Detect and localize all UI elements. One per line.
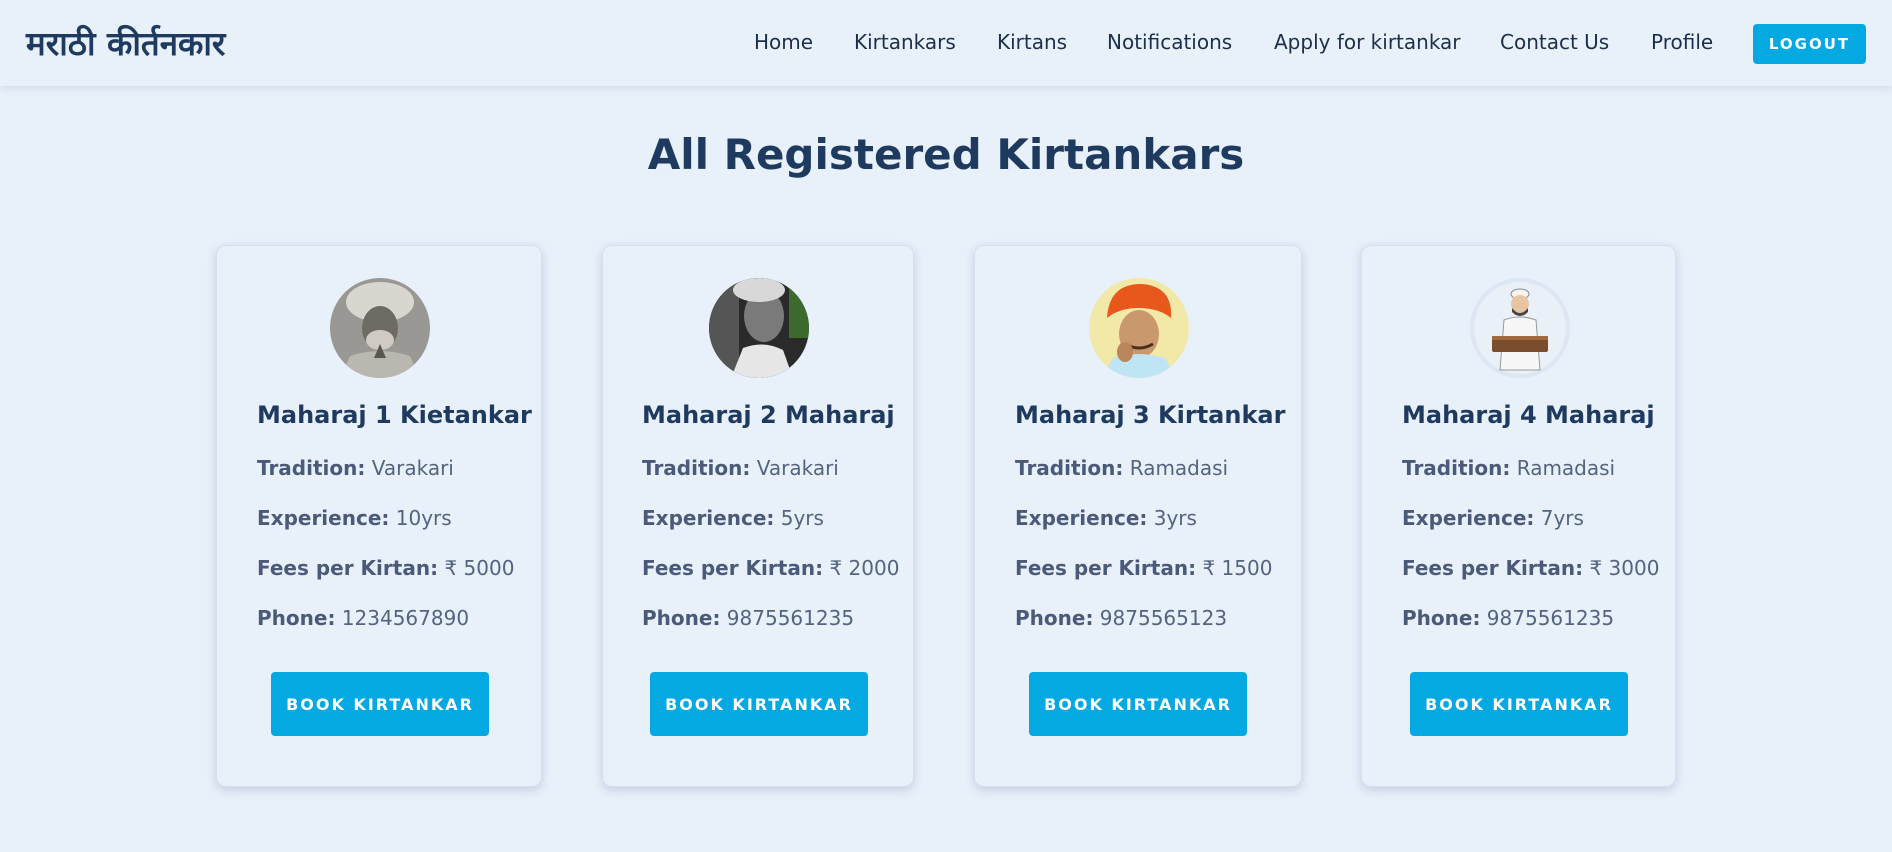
phone-field: Phone: 9875565123 [1015, 606, 1228, 630]
tradition-field: Tradition: Ramadasi [1015, 456, 1229, 480]
kirtankar-avatar [709, 278, 809, 378]
fees-field: Fees per Kirtan: ₹ 2000 [642, 556, 900, 580]
nav-profile[interactable]: Profile [1651, 30, 1713, 54]
experience-field: Experience: 7yrs [1402, 506, 1584, 530]
orange-turban-illustration-icon [1089, 278, 1189, 378]
experience-field: Experience: 10yrs [257, 506, 452, 530]
book-kirtankar-button[interactable]: BOOK KIRTANKAR [1410, 672, 1628, 736]
nav-apply-for-kirtankar[interactable]: Apply for kirtankar [1274, 30, 1461, 54]
book-kirtankar-button[interactable]: BOOK KIRTANKAR [271, 672, 489, 736]
kirtankar-card: Maharaj 2 Maharaj Tradition: Varakari Ex… [602, 245, 914, 787]
harmonium-player-illustration-icon [1470, 278, 1570, 378]
tradition-field: Tradition: Ramadasi [1402, 456, 1616, 480]
tradition-field: Tradition: Varakari [642, 456, 839, 480]
man-bw-photo-icon [709, 278, 809, 378]
nav-contact-us[interactable]: Contact Us [1500, 30, 1609, 54]
phone-field: Phone: 9875561235 [1402, 606, 1615, 630]
book-kirtankar-button[interactable]: BOOK KIRTANKAR [1029, 672, 1247, 736]
kirtankar-card: Maharaj 1 Kietankar Tradition: Varakari … [216, 245, 542, 787]
elderly-man-turban-photo-icon [330, 278, 430, 378]
kirtankar-name: Maharaj 1 Kietankar [257, 401, 532, 429]
kirtankar-avatar [1089, 278, 1189, 378]
fees-field: Fees per Kirtan: ₹ 5000 [257, 556, 515, 580]
nav-kirtans[interactable]: Kirtans [997, 30, 1067, 54]
phone-field: Phone: 1234567890 [257, 606, 470, 630]
kirtankar-name: Maharaj 4 Maharaj [1402, 401, 1655, 429]
kirtankar-card: Maharaj 4 Maharaj Tradition: Ramadasi Ex… [1361, 245, 1676, 787]
logout-button[interactable]: LOGOUT [1753, 24, 1866, 64]
brand-logo[interactable]: मराठी कीर्तनकार [26, 20, 225, 65]
tradition-field: Tradition: Varakari [257, 456, 454, 480]
experience-field: Experience: 5yrs [642, 506, 824, 530]
kirtankar-avatar [330, 278, 430, 378]
nav-kirtankars[interactable]: Kirtankars [854, 30, 956, 54]
kirtankar-name: Maharaj 3 Kirtankar [1015, 401, 1286, 429]
nav-home[interactable]: Home [754, 30, 813, 54]
kirtankar-avatar [1470, 278, 1570, 378]
experience-field: Experience: 3yrs [1015, 506, 1197, 530]
fees-field: Fees per Kirtan: ₹ 1500 [1015, 556, 1273, 580]
top-navbar: मराठी कीर्तनकार Home Kirtankars Kirtans … [0, 0, 1892, 86]
fees-field: Fees per Kirtan: ₹ 3000 [1402, 556, 1660, 580]
page-title: All Registered Kirtankars [647, 130, 1245, 179]
nav-notifications[interactable]: Notifications [1107, 30, 1232, 54]
book-kirtankar-button[interactable]: BOOK KIRTANKAR [650, 672, 868, 736]
phone-field: Phone: 9875561235 [642, 606, 855, 630]
kirtankar-name: Maharaj 2 Maharaj [642, 401, 895, 429]
kirtankar-card: Maharaj 3 Kirtankar Tradition: Ramadasi … [974, 245, 1302, 787]
